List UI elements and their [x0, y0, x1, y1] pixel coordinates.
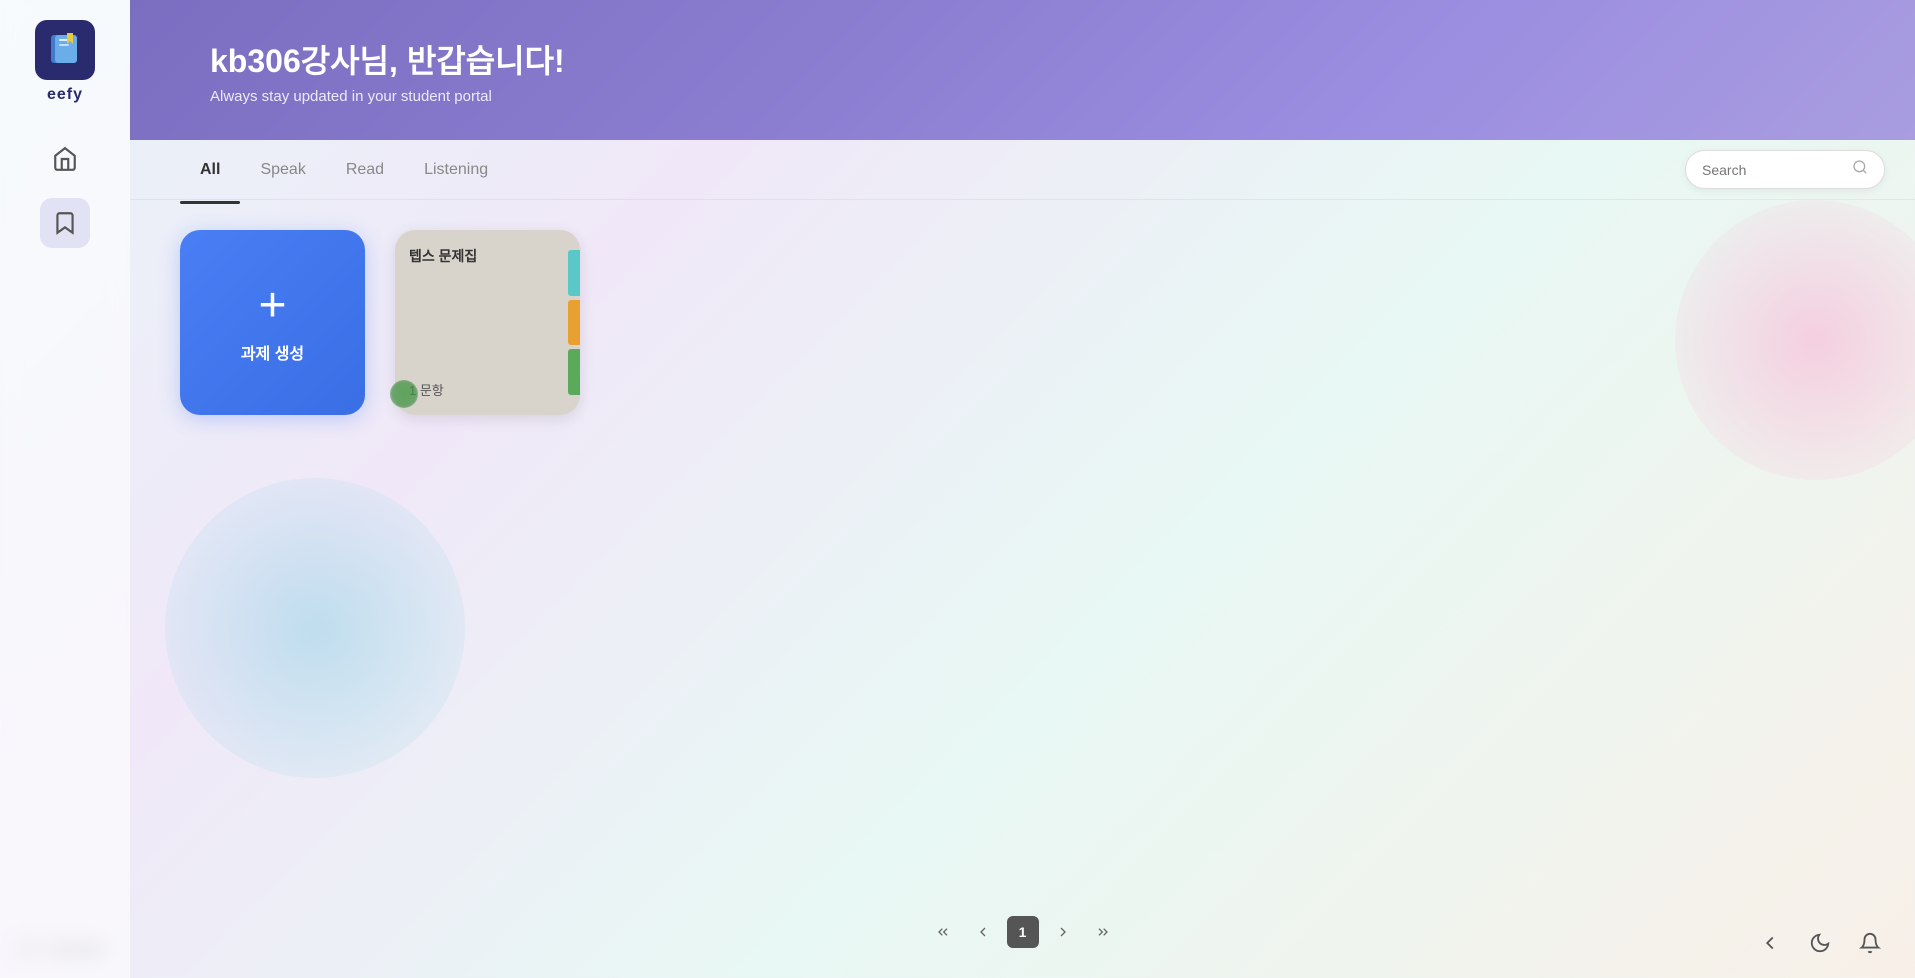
- pagination-first[interactable]: [927, 916, 959, 948]
- logo-area: eefy: [35, 20, 95, 104]
- dark-mode-icon[interactable]: [1805, 928, 1835, 958]
- create-plus-icon: +: [258, 282, 286, 330]
- last-page-icon: [1095, 924, 1111, 940]
- tab-all[interactable]: All: [180, 149, 240, 191]
- nav-item-home[interactable]: [40, 134, 90, 184]
- home-icon: [52, 146, 78, 172]
- create-label: 과제 생성: [241, 340, 304, 364]
- pagination-last[interactable]: [1087, 916, 1119, 948]
- logo-svg: [45, 30, 85, 70]
- book-card-count: 1 문항: [409, 380, 566, 399]
- search-icon[interactable]: [1852, 159, 1868, 180]
- next-page-icon: [1055, 924, 1071, 940]
- header-banner: kb306강사님, 반갑습니다! Always stay updated in …: [130, 0, 1915, 140]
- sidebar: eefy: [0, 0, 130, 978]
- book-tab-teal: [568, 250, 580, 296]
- header-title: kb306강사님, 반갑습니다!: [210, 36, 1915, 82]
- pagination-current[interactable]: 1: [1007, 916, 1039, 948]
- main-content: All Speak Read Listening: [130, 140, 1915, 978]
- logo-icon: [35, 20, 95, 80]
- nav-items: [0, 134, 130, 248]
- tab-speak[interactable]: Speak: [240, 149, 325, 191]
- bottom-icons: [1755, 928, 1885, 958]
- notification-icon[interactable]: [1855, 928, 1885, 958]
- pagination: 1: [130, 916, 1915, 948]
- book-card-title: 텝스 문제집: [409, 246, 566, 266]
- create-card[interactable]: + 과제 생성: [180, 230, 365, 415]
- pagination-prev[interactable]: [967, 916, 999, 948]
- tab-read[interactable]: Read: [326, 149, 404, 191]
- header-subtitle: Always stay updated in your student port…: [210, 88, 1915, 105]
- back-icon[interactable]: [1755, 928, 1785, 958]
- book-tab-orange: [568, 300, 580, 346]
- logo-text: eefy: [47, 86, 83, 104]
- search-area: [1685, 150, 1885, 189]
- book-tab-green: [568, 349, 580, 395]
- content-area: + 과제 생성 텝스 문제집 1 문항: [130, 200, 1915, 445]
- book-tabs: [568, 250, 580, 395]
- tabs-bar: All Speak Read Listening: [130, 140, 1915, 200]
- tab-listening[interactable]: Listening: [404, 149, 508, 191]
- search-input-wrapper: [1685, 150, 1885, 189]
- pagination-next[interactable]: [1047, 916, 1079, 948]
- bookmark-icon: [52, 210, 78, 236]
- nav-item-bookmarks[interactable]: [40, 198, 90, 248]
- book-card[interactable]: 텝스 문제집 1 문항: [395, 230, 580, 415]
- first-page-icon: [935, 924, 951, 940]
- search-input[interactable]: [1702, 162, 1852, 178]
- prev-page-icon: [975, 924, 991, 940]
